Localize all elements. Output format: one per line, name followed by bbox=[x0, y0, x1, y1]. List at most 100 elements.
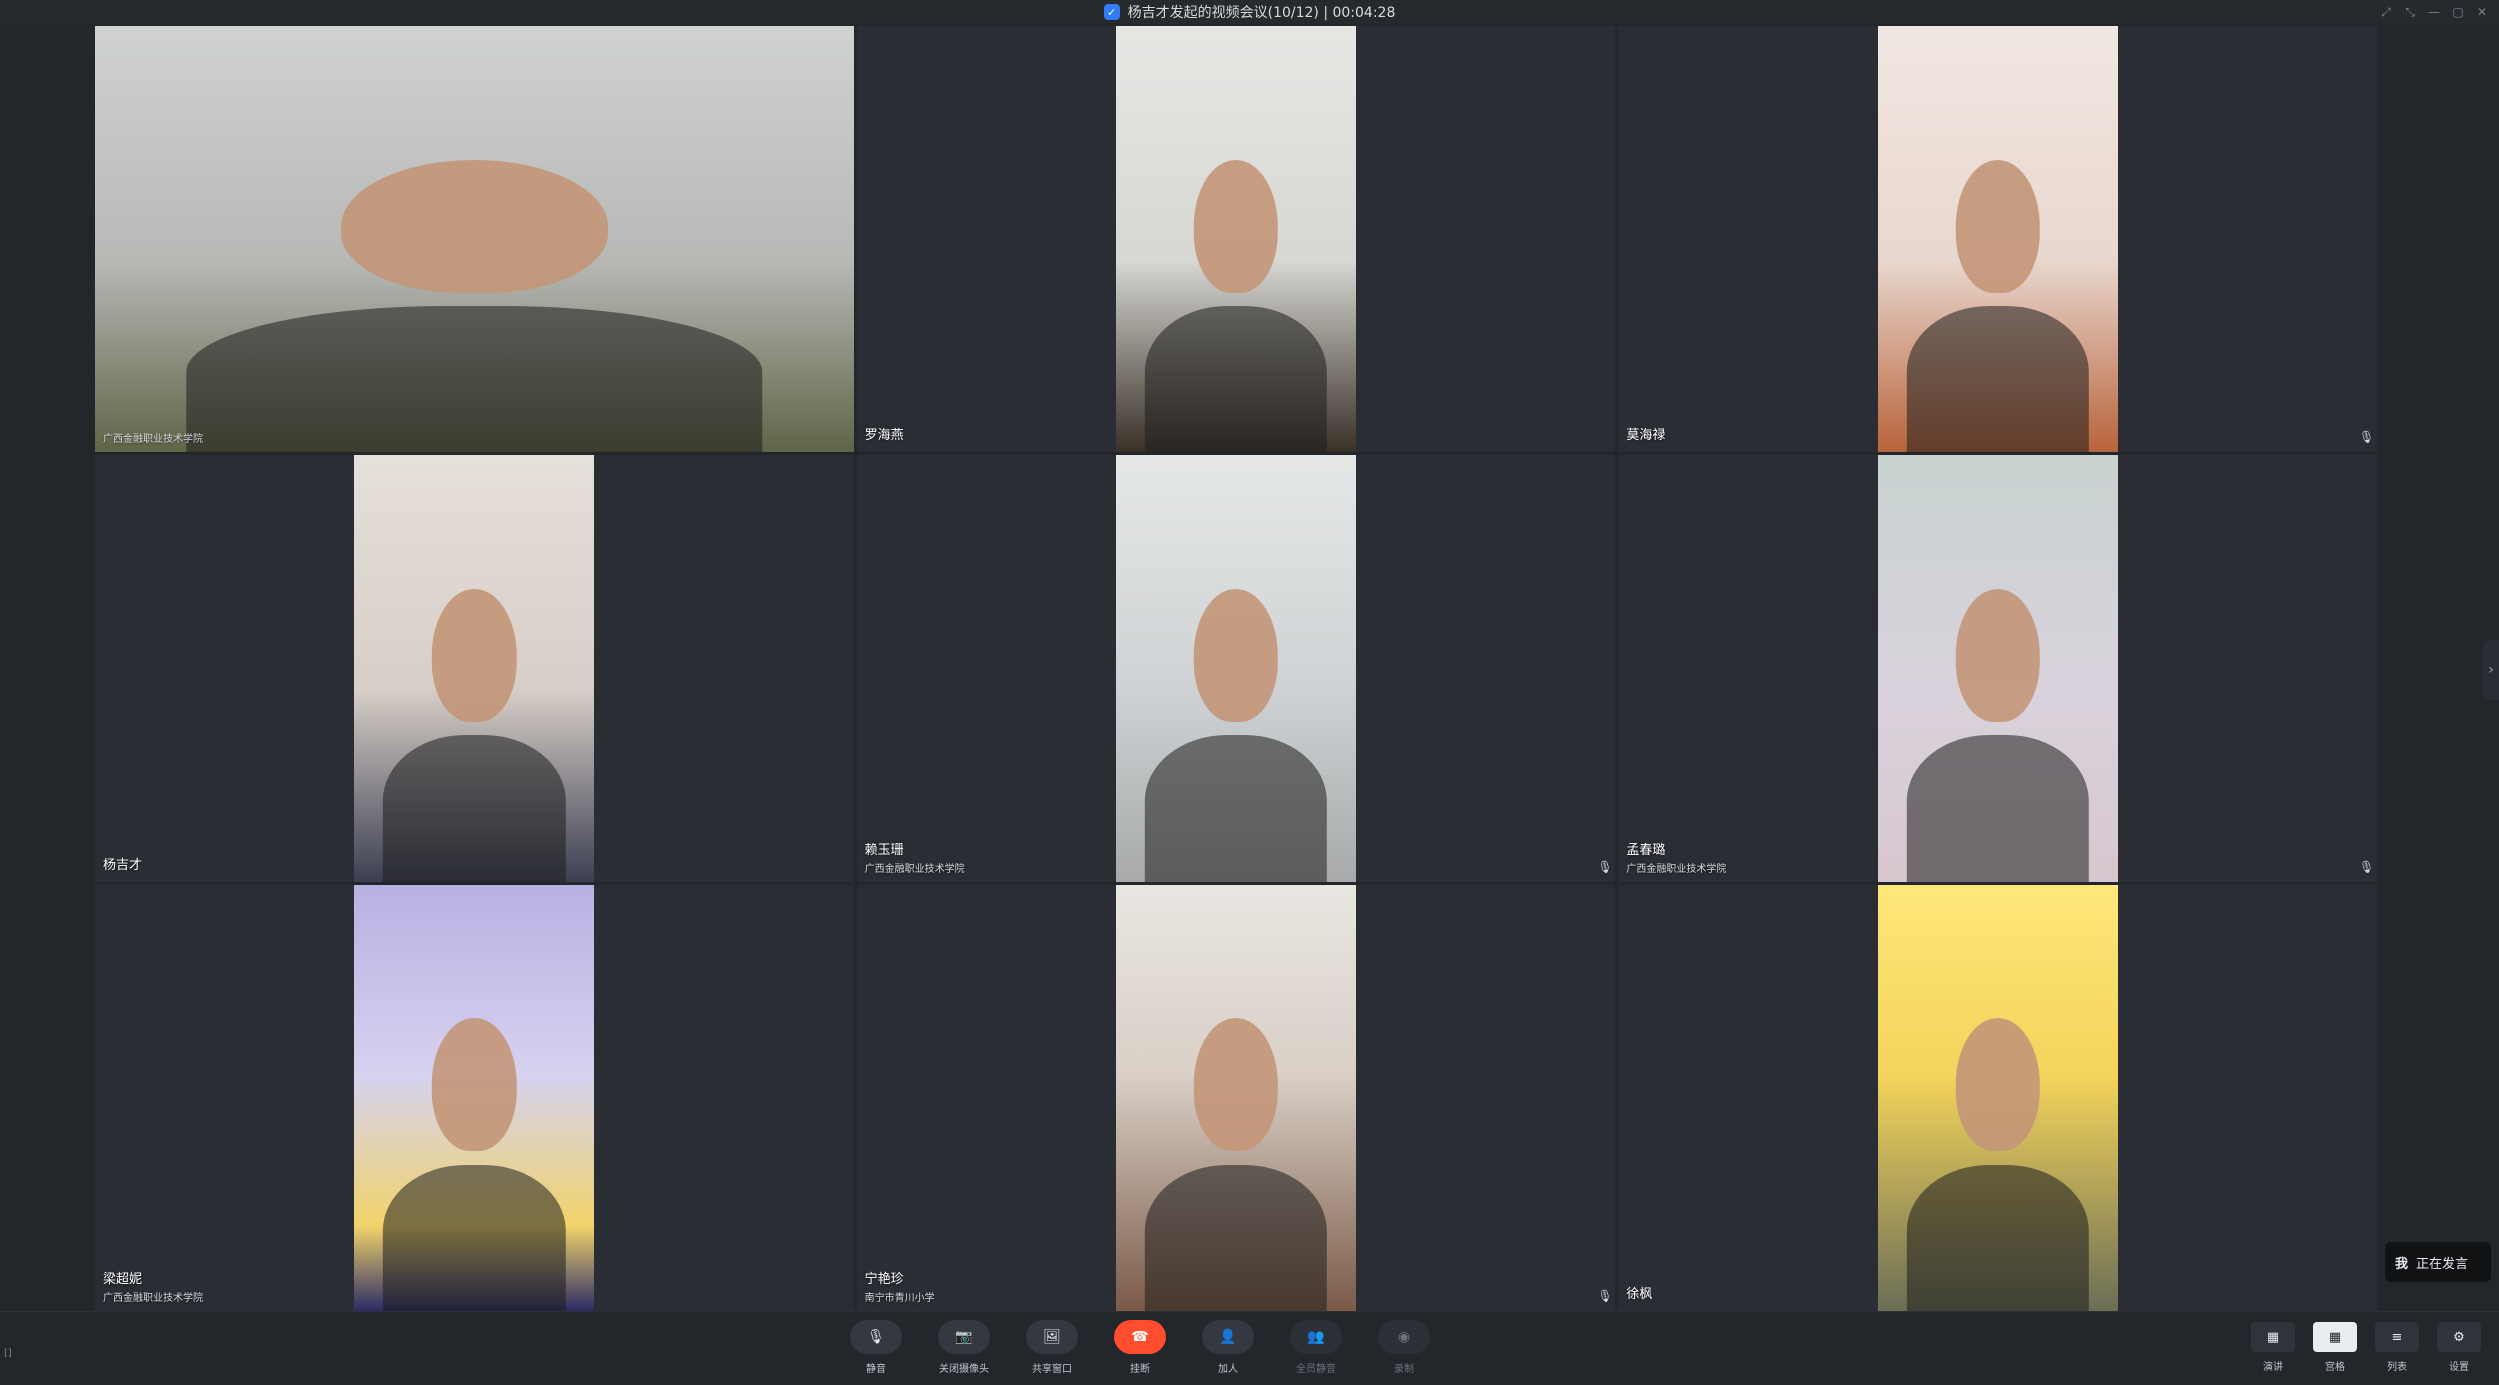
record-icon: ◉ bbox=[1378, 1320, 1430, 1354]
mic-icon bbox=[836, 860, 846, 874]
video-tile-3[interactable]: 莫海禄 🎙 bbox=[1618, 26, 2377, 453]
participant-org: 广西金融职业技术学院 bbox=[103, 1293, 203, 1304]
participant-label: 广西金融职业技术学院 bbox=[103, 428, 203, 445]
add-user-label: 加人 bbox=[1218, 1364, 1238, 1375]
video-feed bbox=[1115, 884, 1356, 1311]
speaking-me: 我 bbox=[2395, 1256, 2409, 1272]
participant-label: 梁超妮 广西金融职业技术学院 bbox=[103, 1268, 203, 1304]
participant-name: 宁艳珍 bbox=[864, 1272, 904, 1287]
video-tile-1[interactable]: 广西金融职业技术学院 bbox=[95, 26, 854, 453]
participant-name: 杨吉才 bbox=[103, 857, 143, 873]
list-view-button[interactable]: ≡ 列表 bbox=[2375, 1322, 2419, 1373]
speaking-text: 正在发言 bbox=[2416, 1256, 2469, 1272]
video-tile-4[interactable]: 杨吉才 bbox=[95, 455, 854, 882]
mic-icon bbox=[1597, 430, 1607, 444]
participant-label: 赖玉珊 广西金融职业技术学院 bbox=[865, 839, 965, 875]
video-feed bbox=[354, 455, 595, 882]
close-icon[interactable]: ✕ bbox=[2475, 5, 2489, 19]
popout-icon[interactable]: ⤢ bbox=[2379, 5, 2393, 19]
participant-name: 梁超妮 bbox=[103, 1272, 143, 1287]
mic-icon: 🎙 bbox=[2359, 859, 2375, 874]
participant-label: 孟春璐 广西金融职业技术学院 bbox=[1626, 839, 1726, 875]
person-silhouette bbox=[171, 120, 778, 453]
meeting-toolbar: [] 🎙 静音 📷 关闭摄像头 🖼 共享窗口 ☎ 挂断 👤 加人 👥 全员静音 … bbox=[0, 1311, 2499, 1385]
restore-icon[interactable]: ▢ bbox=[2451, 5, 2465, 19]
person-silhouette bbox=[1902, 978, 2094, 1311]
grid-view-button[interactable]: ▦ 宫格 bbox=[2313, 1322, 2357, 1373]
camera-button[interactable]: 📷 关闭摄像头 bbox=[938, 1320, 990, 1375]
person-silhouette bbox=[1140, 549, 1332, 882]
participant-label: 徐枫 bbox=[1626, 1283, 1652, 1304]
mic-icon: 🎙 bbox=[2359, 430, 2375, 445]
share-window-label: 共享窗口 bbox=[1032, 1364, 1072, 1375]
mute-all-icon: 👥 bbox=[1290, 1320, 1342, 1354]
mic-icon bbox=[836, 430, 846, 444]
video-tile-6[interactable]: 孟春璐 广西金融职业技术学院 🎙 bbox=[1618, 455, 2377, 882]
participant-label: 宁艳珍 南宁市青川小学 bbox=[865, 1268, 935, 1304]
camera-label: 关闭摄像头 bbox=[939, 1364, 989, 1375]
side-panel-toggle[interactable]: › bbox=[2483, 640, 2499, 700]
speaker-view-button[interactable]: ▦ 演讲 bbox=[2251, 1322, 2295, 1373]
title-bar: ✓ 杨吉才发起的视频会议(10/12) | 00:04:28 ⤢ ⤡ — ▢ ✕ bbox=[0, 0, 2499, 24]
video-feed bbox=[1877, 455, 2118, 882]
video-grid: 广西金融职业技术学院 罗海燕 莫海禄 🎙 杨吉才 赖玉珊 广西金融职业技术学院 … bbox=[95, 26, 2377, 1311]
person-silhouette bbox=[378, 978, 570, 1311]
record-button[interactable]: ◉ 录制 bbox=[1378, 1320, 1430, 1375]
participant-org: 南宁市青川小学 bbox=[864, 1293, 935, 1304]
add-user-icon: 👤 bbox=[1202, 1320, 1254, 1354]
video-tile-8[interactable]: 宁艳珍 南宁市青川小学 🎙 bbox=[856, 884, 1616, 1311]
window-controls: ⤢ ⤡ — ▢ ✕ bbox=[2379, 0, 2489, 24]
mic-icon bbox=[836, 1289, 846, 1303]
person-silhouette bbox=[1140, 978, 1332, 1311]
mute-button[interactable]: 🎙 静音 bbox=[850, 1320, 902, 1375]
video-feed bbox=[354, 884, 595, 1311]
add-user-button[interactable]: 👤 加人 bbox=[1202, 1320, 1254, 1375]
settings-icon: ⚙ bbox=[2437, 1322, 2481, 1352]
meeting-title: ✓ 杨吉才发起的视频会议(10/12) | 00:04:28 bbox=[1103, 2, 1396, 22]
participant-name: 孟春璐 bbox=[1626, 842, 1666, 858]
participant-org: 广西金融职业技术学院 bbox=[1626, 863, 1727, 875]
participant-name: 徐枫 bbox=[1626, 1287, 1653, 1302]
settings-button[interactable]: ⚙ 设置 bbox=[2437, 1322, 2481, 1373]
video-feed bbox=[1877, 26, 2118, 453]
share-window-button[interactable]: 🖼 共享窗口 bbox=[1026, 1320, 1078, 1375]
participant-name: 罗海燕 bbox=[864, 428, 904, 444]
participant-org: 广西金融职业技术学院 bbox=[103, 434, 203, 446]
grid-view-icon: ▦ bbox=[2313, 1322, 2357, 1352]
speaker-view-icon: ▦ bbox=[2251, 1322, 2295, 1352]
participant-name: 莫海禄 bbox=[1626, 428, 1666, 444]
video-tile-5[interactable]: 赖玉珊 广西金融职业技术学院 🎙 bbox=[856, 455, 1616, 882]
video-tile-9[interactable]: 徐枫 bbox=[1618, 884, 2377, 1311]
person-silhouette bbox=[378, 549, 570, 882]
video-tile-2[interactable]: 罗海燕 bbox=[856, 26, 1616, 453]
person-silhouette bbox=[1902, 120, 2094, 453]
participant-label: 罗海燕 bbox=[865, 424, 904, 445]
participant-org: 广西金融职业技术学院 bbox=[864, 863, 965, 875]
mic-icon: 🎙 bbox=[1597, 1289, 1613, 1303]
hangup-label: 挂断 bbox=[1130, 1364, 1150, 1375]
hangup-button[interactable]: ☎ 挂断 bbox=[1114, 1320, 1166, 1375]
minimize-icon[interactable]: — bbox=[2427, 5, 2441, 19]
person-silhouette bbox=[1140, 120, 1332, 453]
mute-label: 静音 bbox=[866, 1364, 886, 1375]
share-window-icon: 🖼 bbox=[1026, 1320, 1078, 1354]
meeting-title-text: 杨吉才发起的视频会议(10/12) | 00:04:28 bbox=[1127, 5, 1396, 21]
video-meeting-window: ✓ 杨吉才发起的视频会议(10/12) | 00:04:28 ⤢ ⤡ — ▢ ✕… bbox=[0, 0, 2499, 1385]
person-silhouette bbox=[1902, 549, 2094, 882]
fullscreen-icon[interactable]: ⤡ bbox=[2403, 5, 2417, 19]
speaker-view-label: 演讲 bbox=[2263, 1362, 2283, 1373]
video-feed bbox=[1115, 26, 1356, 453]
chevron-right-icon: › bbox=[2488, 662, 2494, 678]
mute-all-label: 全员静音 bbox=[1296, 1364, 1336, 1375]
mute-all-button[interactable]: 👥 全员静音 bbox=[1290, 1320, 1342, 1375]
toolbar-actions: 🎙 静音 📷 关闭摄像头 🖼 共享窗口 ☎ 挂断 👤 加人 👥 全员静音 ◉ 录… bbox=[850, 1320, 1430, 1375]
shield-icon: ✓ bbox=[1103, 4, 1120, 20]
video-feed bbox=[95, 26, 854, 453]
camera-icon: 📷 bbox=[938, 1320, 990, 1354]
mic-icon bbox=[2359, 1289, 2369, 1303]
video-feed bbox=[1115, 455, 1356, 882]
video-tile-7[interactable]: 梁超妮 广西金融职业技术学院 bbox=[95, 884, 854, 1311]
mic-icon: 🎙 bbox=[850, 1320, 902, 1354]
settings-label: 设置 bbox=[2449, 1362, 2469, 1373]
list-view-label: 列表 bbox=[2387, 1362, 2407, 1373]
